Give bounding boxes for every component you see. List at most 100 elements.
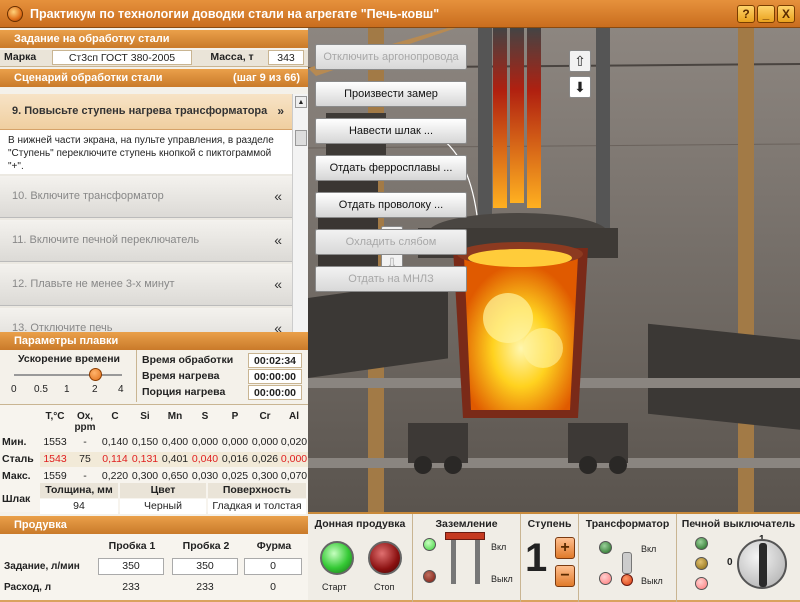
column-header: C (111, 411, 119, 422)
furnace-rotary-switch[interactable] (737, 539, 787, 589)
bottom-purge-section: Донная продувка Старт Стоп (308, 514, 413, 602)
table-cell: 0,401 (160, 452, 190, 467)
target-label: Задание, л/мин (4, 561, 80, 572)
proc-time-label: Время обработки (142, 354, 234, 366)
grade-label: Марка (4, 51, 37, 63)
expand-chevron-icon[interactable]: « (274, 188, 282, 204)
transformer-off-label: Выкл (641, 576, 663, 586)
table-cell: 1553 (43, 436, 67, 448)
column-header: Цвет (120, 483, 206, 498)
action-button[interactable]: Отдать ферросплавы ... (315, 155, 467, 181)
minimize-button[interactable]: _ (757, 5, 775, 23)
table-cell: - (83, 436, 87, 448)
accel-label: Ускорение времени (17, 353, 121, 365)
proc-time-value: 00:02:34 (248, 353, 302, 368)
column-header: Si (140, 411, 150, 422)
ground-section: Заземление Вкл Выкл (413, 514, 521, 602)
stage-minus-button[interactable]: − (555, 565, 575, 587)
accel-slider-thumb[interactable] (88, 368, 102, 381)
electrode-up-icon[interactable]: ⇧ (569, 50, 591, 72)
list-item[interactable]: 11. Включите печной переключатель « (0, 220, 292, 262)
accel-ticks: 0 0.5 1 2 4 (11, 384, 124, 397)
table-cell: 0,140 (101, 436, 129, 448)
active-step-label: 9. Повысьте ступень нагрева трансформато… (12, 105, 268, 117)
plug1-target-input[interactable]: 350 (98, 558, 164, 575)
row-label: Шлак (2, 493, 31, 505)
scroll-thumb[interactable] (295, 130, 307, 146)
active-step[interactable]: 9. Повысьте ступень нагрева трансформато… (0, 94, 292, 130)
ground-on-label: Вкл (491, 542, 507, 552)
accel-track[interactable] (14, 374, 122, 376)
scenario-scrollbar[interactable]: ▲ ▼ (292, 94, 308, 352)
column-header: Cr (259, 411, 271, 422)
mass-label: Масса, т (210, 51, 254, 63)
grade-value: Ст3сп ГОСТ 380-2005 (52, 50, 192, 65)
purge-start-button[interactable] (320, 541, 354, 575)
table-cell: 0,000 (280, 452, 308, 467)
stage-plus-button[interactable]: + (555, 537, 575, 559)
table-cell: Гладкая и толстая (208, 499, 306, 514)
step-counter: (шаг 9 из 66) (233, 72, 300, 84)
task-row: Марка Ст3сп ГОСТ 380-2005 Масса, т 343 (0, 50, 308, 67)
help-button[interactable]: ? (737, 5, 755, 23)
column-header: Al (289, 411, 299, 422)
plug2-flow: 233 (196, 581, 214, 593)
plug2-target-input[interactable]: 350 (172, 558, 238, 575)
table-cell: 0,300 (251, 470, 279, 482)
electrode-down-icon[interactable]: ⬇ (569, 76, 591, 98)
column-header: Толщина, мм (40, 483, 118, 498)
column-header: Ox, ppm (74, 411, 96, 433)
table-cell: Черный (120, 499, 206, 514)
collapse-chevron-icon[interactable]: » (277, 104, 284, 118)
expand-chevron-icon[interactable]: « (274, 276, 282, 292)
scenario-list: 9. Повысьте ступень нагрева трансформато… (0, 94, 292, 352)
lance-target-input[interactable]: 0 (244, 558, 302, 575)
divider (136, 350, 137, 402)
action-button[interactable]: Отдать проволоку ... (315, 192, 467, 218)
expand-chevron-icon[interactable]: « (274, 232, 282, 248)
table-cell: 0,000 (221, 436, 249, 448)
transformer-title: Трансформатор (585, 518, 670, 530)
purge-header: Продувка (0, 516, 308, 534)
transformer-toggle-knob-icon[interactable] (621, 574, 633, 586)
furnace-yellow-lamp (695, 557, 708, 570)
purge-stop-button[interactable] (368, 541, 402, 575)
col-header: Пробка 1 (108, 540, 156, 552)
scenario-header: Сценарий обработки стали (шаг 9 из 66) (0, 69, 308, 87)
list-item[interactable]: 12. Плавьте не менее 3-х минут « (0, 264, 292, 306)
stage-value: 1 (525, 536, 548, 580)
transformer-toggle[interactable] (622, 552, 632, 574)
table-cell: 0,650 (161, 470, 189, 482)
table-cell: 0,040 (190, 452, 220, 467)
ground-off-label: Выкл (491, 574, 513, 584)
switch-pos0-label: 0 (727, 557, 733, 568)
table-cell: 0,070 (280, 470, 308, 482)
tick-label: 1 (64, 384, 70, 395)
bottom-purge-title: Донная продувка (314, 518, 406, 530)
action-button[interactable]: Произвести замер (315, 81, 467, 107)
tick-label: 4 (118, 384, 124, 395)
action-button[interactable]: Отдать на МНЛЗ (315, 266, 467, 292)
tick-label: 0 (11, 384, 17, 395)
ground-switch-leg (451, 540, 456, 584)
furnace-green-lamp (695, 537, 708, 550)
stop-label: Стоп (374, 582, 395, 592)
list-item[interactable]: 10. Включите трансформатор « (0, 176, 292, 218)
table-cell: 94 (40, 499, 118, 514)
step-label: 11. Включите печной переключатель (12, 234, 200, 246)
melt-header: Параметры плавки (0, 332, 308, 350)
stage-title: Ступень (527, 518, 572, 530)
action-button[interactable]: Охладить слябом (315, 229, 467, 255)
mass-value: 343 (268, 50, 304, 65)
ground-switch-bar[interactable] (445, 532, 485, 540)
step-label: 12. Плавьте не менее 3-х минут (12, 278, 175, 290)
table-cell: 0,000 (251, 436, 279, 448)
close-button[interactable]: X (777, 5, 795, 23)
left-panel: Задание на обработку стали Марка Ст3сп Г… (0, 28, 308, 600)
action-button[interactable]: Навести шлак ... (315, 118, 467, 144)
action-button[interactable]: Отключить аргонопровода (315, 44, 467, 70)
table-cell: 0,131 (130, 452, 160, 467)
ground-title: Заземление (435, 518, 498, 530)
task-header: Задание на обработку стали (0, 30, 308, 48)
scroll-up-icon[interactable]: ▲ (295, 96, 307, 108)
